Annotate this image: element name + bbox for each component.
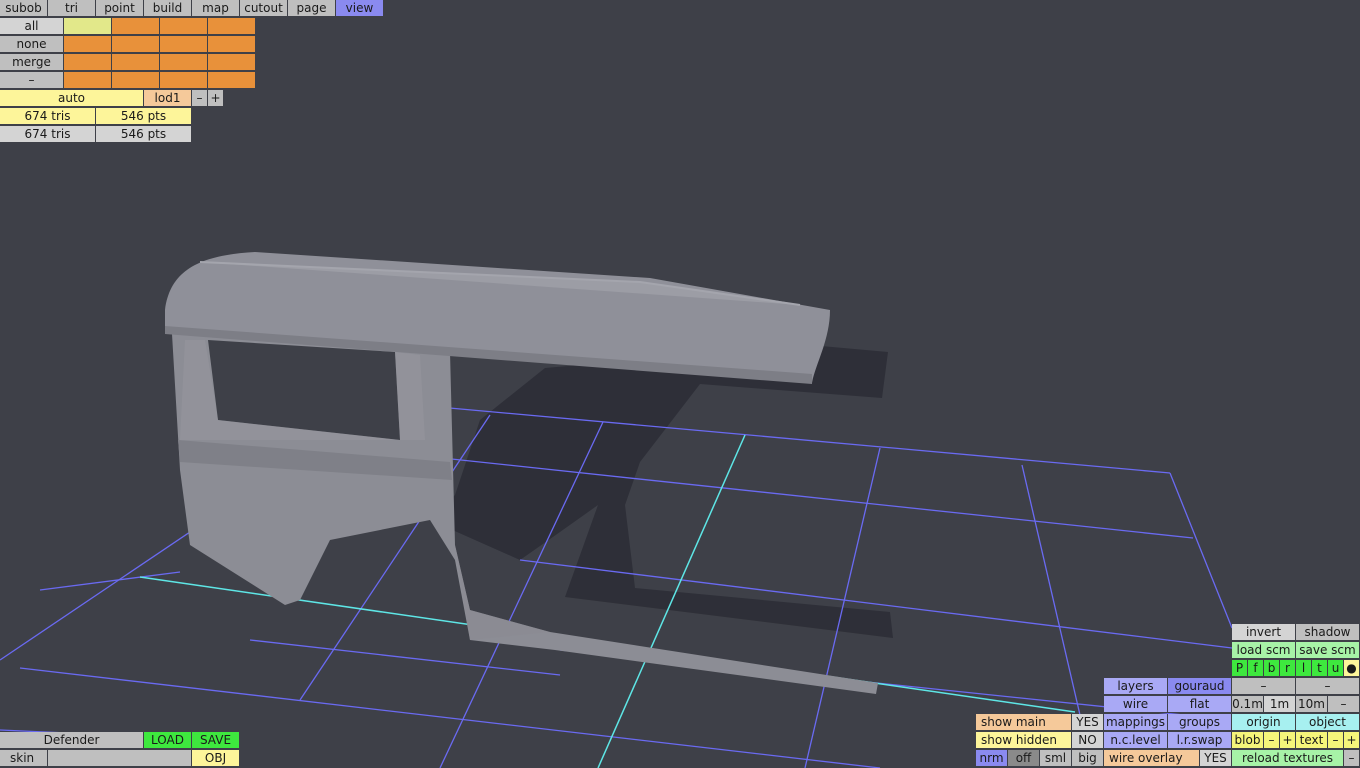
point-count-total: 546 pts (96, 126, 192, 143)
tri-count: 674 tris (0, 108, 96, 125)
tab-map[interactable]: map (192, 0, 240, 17)
show-main-label[interactable]: show main (976, 714, 1072, 731)
dash-button-1[interactable]: – (1232, 678, 1296, 695)
tab-page[interactable]: page (288, 0, 336, 17)
channel-t[interactable]: t (1312, 660, 1328, 677)
object-button[interactable]: object (1296, 714, 1360, 731)
origin-button[interactable]: origin (1232, 714, 1296, 731)
flat-button[interactable]: flat (1168, 696, 1232, 713)
groups-button[interactable]: groups (1168, 714, 1232, 731)
channel-f[interactable]: f (1248, 660, 1264, 677)
layer-slot[interactable] (64, 18, 112, 35)
text-minus-button[interactable]: – (1328, 732, 1344, 749)
blob-plus-button[interactable]: + (1280, 732, 1296, 749)
tab-point[interactable]: point (96, 0, 144, 17)
load-button[interactable]: LOAD (144, 732, 192, 749)
load-scm-button[interactable]: load scm (1232, 642, 1296, 659)
save-scm-button[interactable]: save scm (1296, 642, 1360, 659)
lod-button[interactable]: lod1 (144, 90, 192, 107)
model-shadow (430, 345, 893, 638)
scale-0-1m-button[interactable]: 0.1m (1232, 696, 1264, 713)
show-hidden-label[interactable]: show hidden (976, 732, 1072, 749)
layer-slot[interactable] (160, 72, 208, 89)
invert-button[interactable]: invert (1232, 624, 1296, 641)
text-button[interactable]: text (1296, 732, 1328, 749)
select-all-button[interactable]: all (0, 18, 64, 35)
point-count: 546 pts (96, 108, 192, 125)
show-hidden-toggle[interactable]: NO (1072, 732, 1104, 749)
sml-button[interactable]: sml (1040, 750, 1072, 767)
merge-button[interactable]: merge (0, 54, 64, 71)
channel-r[interactable]: r (1280, 660, 1296, 677)
mappings-button[interactable]: mappings (1104, 714, 1168, 731)
layer-slot[interactable] (208, 72, 256, 89)
layer-slot[interactable] (208, 54, 256, 71)
scale-10m-button[interactable]: 10m (1296, 696, 1328, 713)
layer-slot[interactable] (112, 72, 160, 89)
nrm-button[interactable]: nrm (976, 750, 1008, 767)
gouraud-button[interactable]: gouraud (1168, 678, 1232, 695)
tab-cutout[interactable]: cutout (240, 0, 288, 17)
layer-slot[interactable] (64, 36, 112, 53)
reload-textures-button[interactable]: reload textures (1232, 750, 1344, 767)
dash-button-2[interactable]: – (1296, 678, 1360, 695)
nc-level-button[interactable]: n.c.level (1104, 732, 1168, 749)
lr-swap-button[interactable]: l.r.swap (1168, 732, 1232, 749)
layer-slot[interactable] (160, 18, 208, 35)
layers-button[interactable]: layers (1104, 678, 1168, 695)
shadow-button[interactable]: shadow (1296, 624, 1360, 641)
scale-minus-button[interactable]: – (1328, 696, 1360, 713)
blob-button[interactable]: blob (1232, 732, 1264, 749)
layer-slot[interactable] (160, 54, 208, 71)
layer-slot[interactable] (64, 72, 112, 89)
channel-u[interactable]: u (1328, 660, 1344, 677)
channel-b[interactable]: b (1264, 660, 1280, 677)
off-button[interactable]: off (1008, 750, 1040, 767)
wire-button[interactable]: wire (1104, 696, 1168, 713)
model-name-field[interactable]: Defender (0, 732, 144, 749)
scale-1m-button[interactable]: 1m (1264, 696, 1296, 713)
layer-slot[interactable] (208, 36, 256, 53)
layer-slot[interactable] (64, 54, 112, 71)
layer-slot[interactable] (112, 18, 160, 35)
reload-minus-button[interactable]: – (1344, 750, 1360, 767)
wire-overlay-label[interactable]: wire overlay (1104, 750, 1200, 767)
obj-button[interactable]: OBJ (192, 750, 240, 767)
channel-p[interactable]: P (1232, 660, 1248, 677)
tab-view[interactable]: view (336, 0, 384, 17)
tab-build[interactable]: build (144, 0, 192, 17)
blob-minus-button[interactable]: – (1264, 732, 1280, 749)
auto-button[interactable]: auto (0, 90, 144, 107)
select-none-button[interactable]: none (0, 36, 64, 53)
big-button[interactable]: big (1072, 750, 1104, 767)
layer-slot[interactable] (208, 18, 256, 35)
layer-slot[interactable] (160, 36, 208, 53)
tri-count-total: 674 tris (0, 126, 96, 143)
dash-button[interactable]: – (0, 72, 64, 89)
show-main-toggle[interactable]: YES (1072, 714, 1104, 731)
skin-label: skin (0, 750, 48, 767)
lod-minus-button[interactable]: – (192, 90, 208, 107)
save-button[interactable]: SAVE (192, 732, 240, 749)
text-plus-button[interactable]: + (1344, 732, 1360, 749)
channel-dot[interactable]: ● (1344, 660, 1360, 677)
layer-slot[interactable] (112, 54, 160, 71)
tab-subob[interactable]: subob (0, 0, 48, 17)
lod-plus-button[interactable]: + (208, 90, 224, 107)
channel-l[interactable]: l (1296, 660, 1312, 677)
layer-slot[interactable] (112, 36, 160, 53)
viewport-3d[interactable] (0, 0, 1360, 768)
tab-tri[interactable]: tri (48, 0, 96, 17)
wire-overlay-toggle[interactable]: YES (1200, 750, 1232, 767)
skin-input[interactable] (48, 750, 192, 767)
